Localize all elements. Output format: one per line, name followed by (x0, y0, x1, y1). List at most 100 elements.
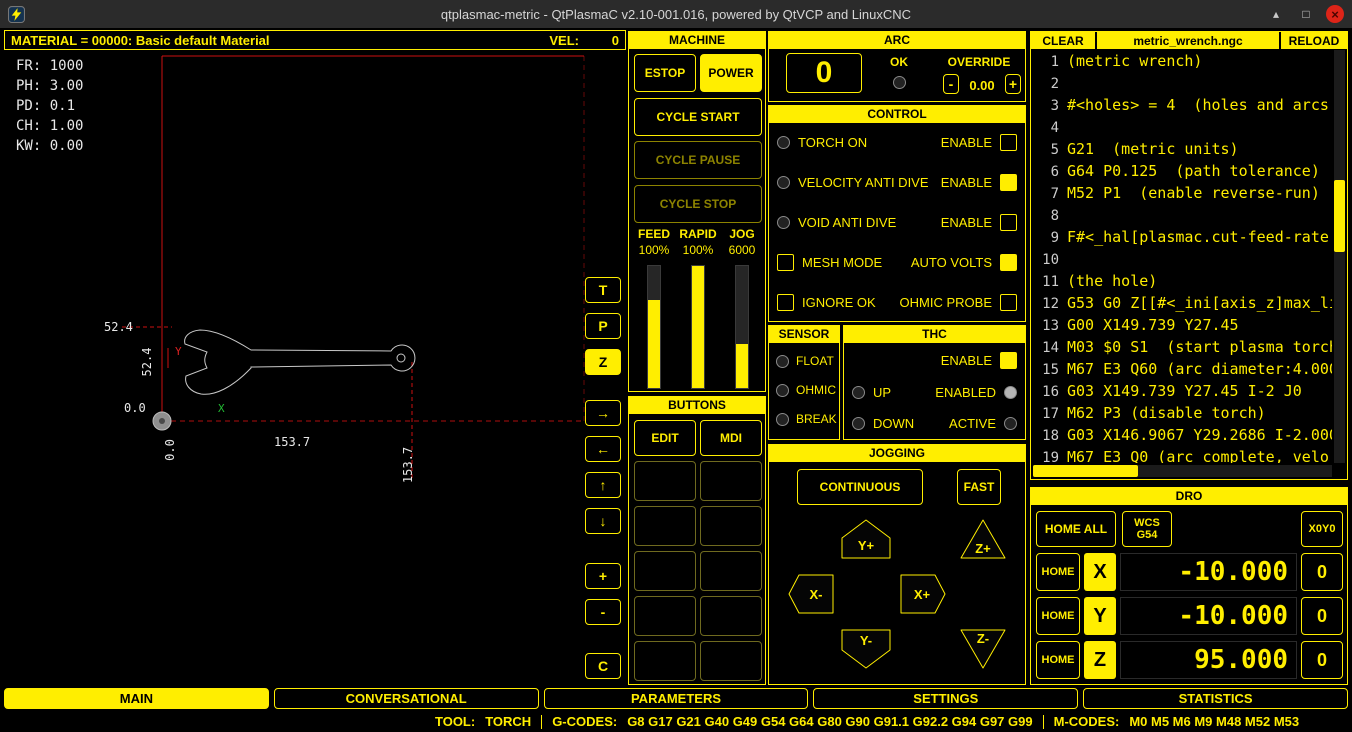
tab[interactable]: SETTINGS (813, 688, 1078, 709)
cycle-start-button[interactable]: CYCLE START (634, 98, 762, 136)
gcode-line-text: F#<_hal[plasmac.cut-feed-rate (1067, 228, 1329, 246)
material-selector[interactable]: MATERIAL = 00000: Basic default Material (11, 33, 270, 48)
gcode-text-view[interactable]: 1(metric wrench) 2 3#<holes> = 4 (holes … (1033, 50, 1332, 463)
gcode-horizontal-scrollbar-thumb[interactable] (1033, 465, 1138, 477)
axis-letter-y[interactable]: Y (1084, 597, 1116, 635)
tab[interactable]: CONVERSATIONAL (274, 688, 539, 709)
gcode-vertical-scrollbar[interactable] (1334, 50, 1345, 463)
gcode-line-text: M03 $0 S1 (start plasma torch (1067, 338, 1332, 356)
rapid-slider[interactable] (691, 265, 705, 389)
clear-button[interactable]: CLEAR (1031, 32, 1095, 49)
preview-canvas[interactable]: FR: 1000 PH: 3.00 PD: 0.1 CH: 1.00 KW: 0… (4, 50, 626, 686)
sensor-header: SENSOR (769, 326, 839, 343)
home-all-button[interactable]: HOME ALL (1036, 511, 1116, 547)
continuous-jog-button[interactable]: CONTINUOUS (797, 469, 923, 505)
gcode-line-text: G64 P0.125 (path tolerance) (1067, 162, 1320, 180)
dro-row-x: HOME X -10.000 0 (1036, 553, 1343, 591)
power-button[interactable]: POWER (700, 54, 762, 92)
custom-button-empty[interactable] (634, 551, 696, 591)
jog-z-minus-button[interactable]: Z- (961, 630, 1005, 668)
jog-y-plus-button[interactable]: Y+ (842, 520, 890, 558)
jog-x-plus-button[interactable]: X+ (901, 575, 945, 613)
edit-button[interactable]: EDIT (634, 420, 696, 456)
jog-pad: Y+ Z+ X- X+ Y- Z- (769, 505, 1027, 683)
cycle-stop-button[interactable]: CYCLE STOP (634, 185, 762, 223)
jog-slider[interactable] (735, 265, 749, 389)
tab[interactable]: PARAMETERS (544, 688, 809, 709)
preview-tool-button[interactable]: ← (585, 436, 621, 462)
preview-tool-button[interactable]: P (585, 313, 621, 339)
torch-position-center (159, 418, 165, 424)
torch-on-enable-checkbox[interactable] (1000, 134, 1017, 151)
jog-y-minus-button[interactable]: Y- (842, 630, 890, 668)
tool-value: TORCH (485, 714, 531, 729)
home-z-button[interactable]: HOME (1036, 641, 1080, 679)
mesh-mode-checkbox[interactable] (777, 254, 794, 271)
gcode-line: 19M67 E3 Q0 (arc complete, velo (1033, 446, 1332, 463)
custom-button-empty[interactable] (634, 506, 696, 546)
x0y0-button[interactable]: X0Y0 (1301, 511, 1343, 547)
gcode-line-number: 6 (1033, 161, 1059, 183)
close-button[interactable]: × (1326, 5, 1344, 23)
thc-down-led (852, 417, 865, 430)
jog-x-minus-button[interactable]: X- (789, 575, 833, 613)
home-x-button[interactable]: HOME (1036, 553, 1080, 591)
dro-panel: DRO HOME ALL WCS G54 X0Y0 HOME X -10.000… (1030, 487, 1348, 685)
gcode-line-number: 13 (1033, 315, 1059, 337)
zero-x-button[interactable]: 0 (1301, 553, 1343, 591)
reload-button[interactable]: RELOAD (1281, 32, 1347, 49)
arc-panel: ARC 0 OK OVERRIDE - 0.00 + (768, 31, 1026, 102)
auto-volts-checkbox[interactable] (1000, 254, 1017, 271)
custom-button-empty[interactable] (700, 596, 762, 636)
preview-tool-button[interactable]: + (585, 563, 621, 589)
override-plus-button[interactable]: + (1005, 74, 1021, 94)
estop-button[interactable]: ESTOP (634, 54, 696, 92)
sensor-label: BREAK (796, 412, 837, 426)
sensor-led (776, 384, 789, 397)
zero-z-button[interactable]: 0 (1301, 641, 1343, 679)
custom-button-empty[interactable] (634, 596, 696, 636)
thc-enable-checkbox[interactable] (1000, 352, 1017, 369)
torch-on-row: TORCH ON ENABLE (777, 132, 1017, 152)
maximize-button[interactable]: □ (1296, 4, 1316, 24)
zero-y-button[interactable]: 0 (1301, 597, 1343, 635)
gcode-horizontal-scrollbar[interactable] (1033, 465, 1332, 477)
dro-toolbar: HOME ALL WCS G54 X0Y0 (1036, 511, 1343, 547)
custom-button-empty[interactable] (634, 641, 696, 681)
custom-button-empty[interactable] (700, 641, 762, 681)
shade-button[interactable]: ▴ (1266, 4, 1286, 24)
void-anti-dive-led (777, 216, 790, 229)
preview-tool-button[interactable]: ↑ (585, 472, 621, 498)
axis-letter-z[interactable]: Z (1084, 641, 1116, 679)
ohmic-probe-checkbox[interactable] (1000, 294, 1017, 311)
gcode-header: CLEAR metric_wrench.ngc RELOAD (1031, 32, 1347, 49)
home-y-button[interactable]: HOME (1036, 597, 1080, 635)
gcode-vertical-scrollbar-thumb[interactable] (1334, 180, 1345, 252)
cycle-pause-button[interactable]: CYCLE PAUSE (634, 141, 762, 179)
feed-slider[interactable] (647, 265, 661, 389)
ignore-ok-checkbox[interactable] (777, 294, 794, 311)
velocity-anti-dive-checkbox[interactable] (1000, 174, 1017, 191)
void-anti-dive-checkbox[interactable] (1000, 214, 1017, 231)
preview-tool-button[interactable]: Z (585, 349, 621, 375)
tab[interactable]: STATISTICS (1083, 688, 1348, 709)
preview-tool-button[interactable]: - (585, 599, 621, 625)
mdi-button[interactable]: MDI (700, 420, 762, 456)
preview-tool-button[interactable]: → (585, 400, 621, 426)
wcs-line2: G54 (1137, 529, 1158, 541)
wcs-button[interactable]: WCS G54 (1122, 511, 1172, 547)
fast-jog-button[interactable]: FAST (957, 469, 1001, 505)
jog-z-plus-button[interactable]: Z+ (961, 520, 1005, 558)
custom-button-empty[interactable] (700, 506, 762, 546)
override-minus-button[interactable]: - (943, 74, 959, 94)
sensor-led (776, 413, 789, 426)
custom-button-empty[interactable] (700, 461, 762, 501)
axis-letter-x[interactable]: X (1084, 553, 1116, 591)
custom-button-empty[interactable] (634, 461, 696, 501)
preview-tool-button[interactable]: T (585, 277, 621, 303)
preview-tool-button[interactable]: ↓ (585, 508, 621, 534)
tab[interactable]: MAIN (4, 688, 269, 709)
thc-enable-label: ENABLE (941, 353, 992, 368)
custom-button-empty[interactable] (700, 551, 762, 591)
preview-tool-button[interactable]: C (585, 653, 621, 679)
